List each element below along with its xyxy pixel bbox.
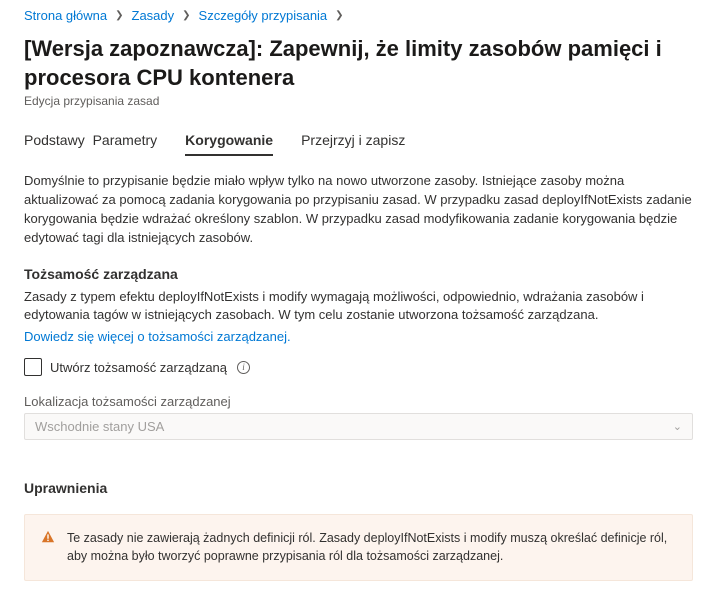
- tab-remediation[interactable]: Korygowanie: [185, 126, 273, 154]
- warning-icon: [41, 530, 55, 549]
- tabs: Podstawy Parametry Korygowanie Przejrzyj…: [24, 126, 693, 154]
- create-managed-identity-label: Utwórz tożsamość zarządzaną: [50, 360, 227, 375]
- permissions-warning-text: Te zasady nie zawierają żadnych definicj…: [67, 529, 676, 565]
- managed-identity-text: Zasady z typem efektu deployIfNotExists …: [24, 288, 693, 326]
- intro-text: Domyślnie to przypisanie będzie miało wp…: [24, 172, 693, 247]
- select-value: Wschodnie stany USA: [35, 419, 164, 434]
- chevron-right-icon: ❯: [335, 10, 343, 21]
- chevron-down-icon: ⌄: [673, 420, 682, 433]
- learn-more-managed-identity-link[interactable]: Dowiedz się więcej o tożsamości zarządza…: [24, 329, 291, 344]
- breadcrumb-policies[interactable]: Zasady: [132, 8, 175, 23]
- info-icon[interactable]: i: [237, 361, 250, 374]
- tab-basics-parameters[interactable]: Podstawy Parametry: [24, 126, 157, 154]
- permissions-heading: Uprawnienia: [24, 480, 693, 496]
- breadcrumb-assignment[interactable]: Szczegóły przypisania: [199, 8, 328, 23]
- chevron-right-icon: ❯: [115, 10, 123, 21]
- managed-identity-location-label: Lokalizacja tożsamości zarządzanej: [24, 394, 693, 409]
- managed-identity-location-select[interactable]: Wschodnie stany USA ⌄: [24, 413, 693, 440]
- create-managed-identity-checkbox[interactable]: [24, 358, 42, 376]
- chevron-right-icon: ❯: [182, 10, 190, 21]
- breadcrumb: Strona główna ❯ Zasady ❯ Szczegóły przyp…: [24, 8, 693, 23]
- breadcrumb-home[interactable]: Strona główna: [24, 8, 107, 23]
- managed-identity-heading: Tożsamość zarządzana: [24, 266, 693, 282]
- tab-review[interactable]: Przejrzyj i zapisz: [301, 126, 405, 154]
- page-subtitle: Edycja przypisania zasad: [24, 94, 693, 108]
- page-title: [Wersja zapoznawcza]: Zapewnij, że limit…: [24, 35, 693, 92]
